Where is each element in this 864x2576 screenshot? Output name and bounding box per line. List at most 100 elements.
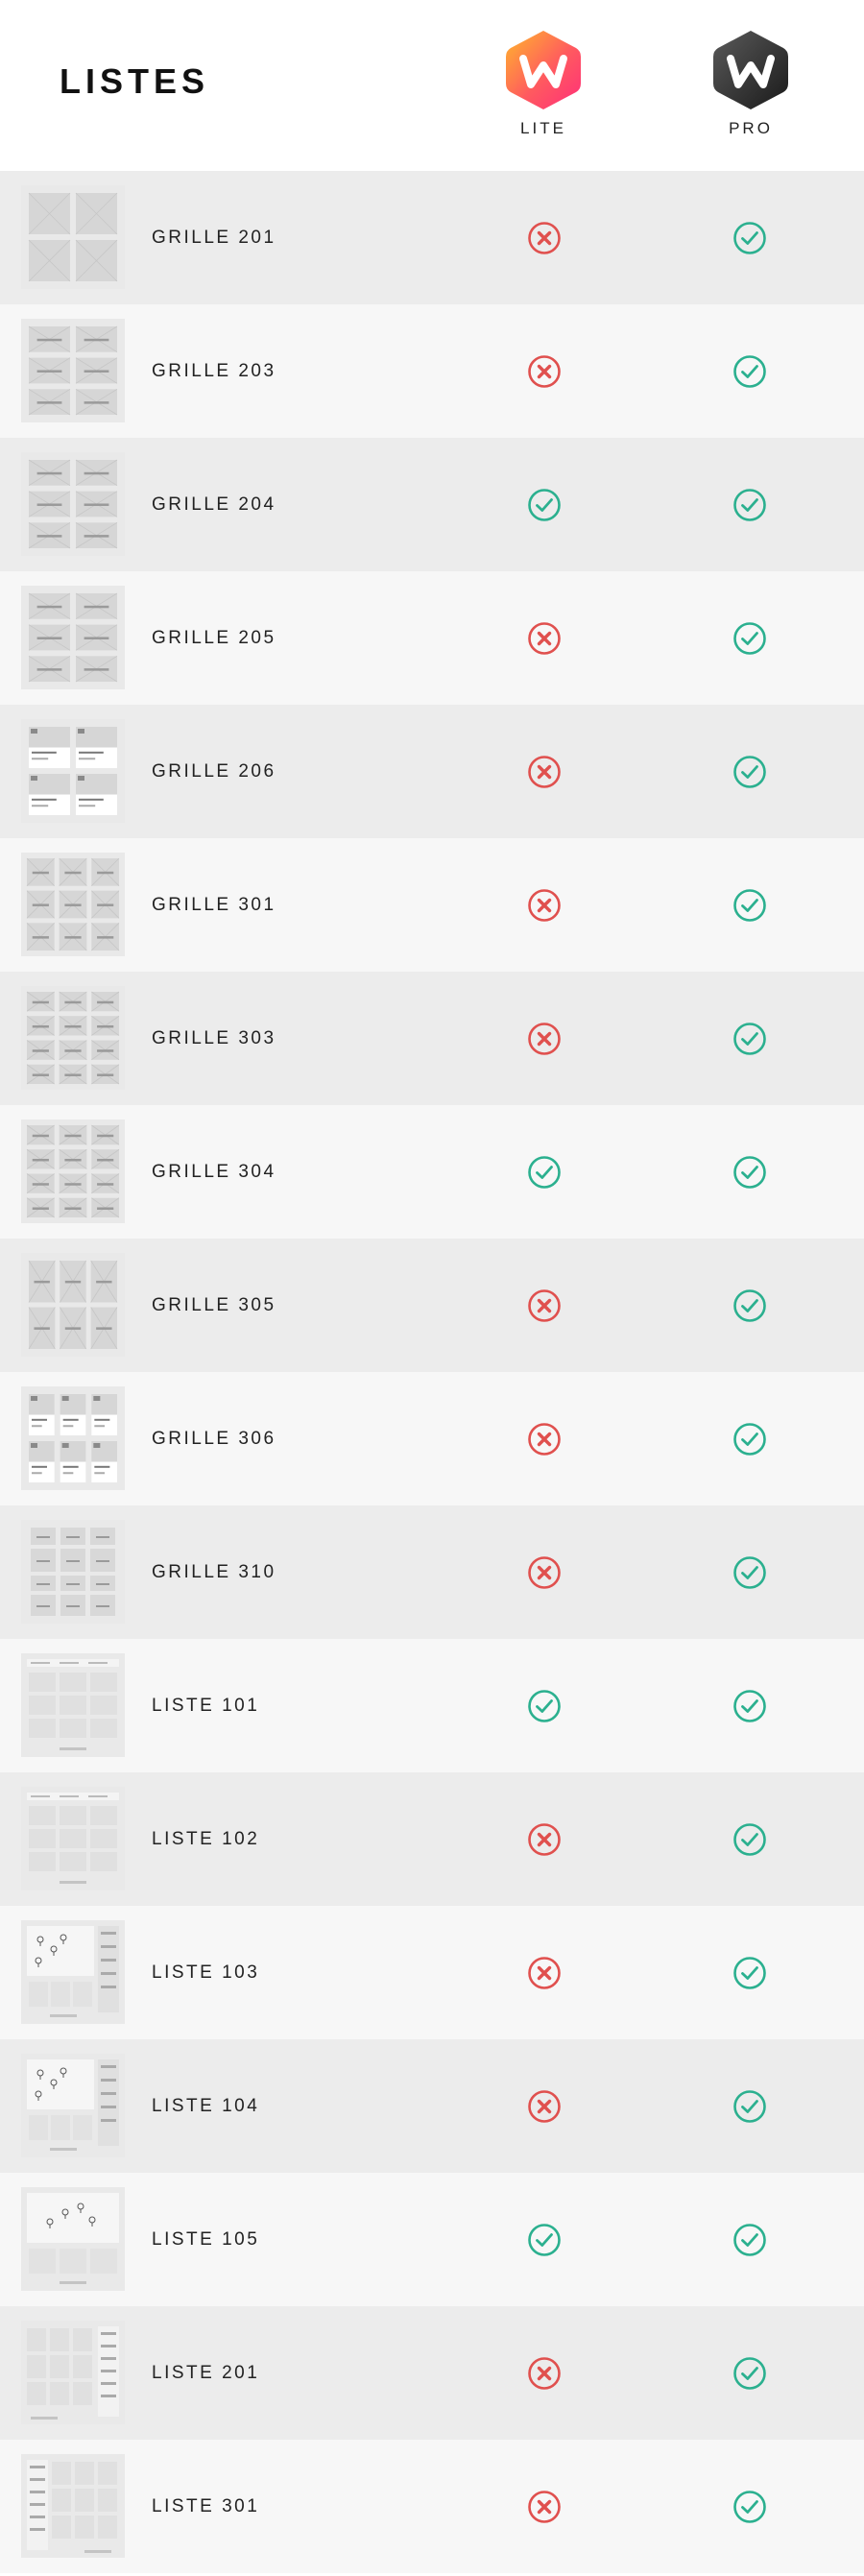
check-icon	[733, 2090, 766, 2123]
check-icon	[733, 1289, 766, 1322]
check-icon	[528, 2224, 561, 2256]
row-label: GRILLE 304	[152, 1162, 276, 1182]
layout-thumbnail	[21, 1653, 125, 1757]
table-row: GRILLE 304	[0, 1105, 864, 1239]
check-icon	[733, 2491, 766, 2523]
table-row: GRILLE 303	[0, 972, 864, 1105]
table-row: LISTE 301	[0, 2440, 864, 2573]
layout-thumbnail-icon	[21, 1119, 125, 1223]
layout-thumbnail-icon	[21, 2054, 125, 2157]
layout-thumbnail	[21, 986, 125, 1090]
layout-thumbnail-icon	[21, 319, 125, 422]
cross-icon	[528, 2090, 561, 2123]
table-row: GRILLE 310	[0, 1505, 864, 1639]
layout-thumbnail-icon	[21, 1520, 125, 1624]
layout-thumbnail-icon	[21, 2454, 125, 2558]
row-label: GRILLE 206	[152, 761, 276, 782]
cross-icon	[528, 2357, 561, 2390]
page-title: LISTES	[60, 61, 210, 101]
layout-thumbnail	[21, 2187, 125, 2291]
layout-thumbnail-icon	[21, 986, 125, 1090]
cross-icon	[528, 222, 561, 254]
table-row: GRILLE 305	[0, 1239, 864, 1372]
page-header: LISTES LITE PRO	[0, 0, 864, 171]
table-row: LISTE 201	[0, 2306, 864, 2440]
check-icon	[733, 756, 766, 788]
layout-thumbnail	[21, 185, 125, 289]
layout-thumbnail	[21, 319, 125, 422]
layout-thumbnail	[21, 586, 125, 689]
cross-icon	[528, 1823, 561, 1856]
check-icon	[733, 1156, 766, 1189]
check-icon	[528, 489, 561, 521]
check-icon	[733, 222, 766, 254]
check-icon	[528, 1690, 561, 1722]
table-row: GRILLE 306	[0, 1372, 864, 1505]
layout-thumbnail-icon	[21, 452, 125, 556]
row-label: GRILLE 301	[152, 895, 276, 915]
table-row: GRILLE 204	[0, 438, 864, 571]
cross-icon	[528, 2491, 561, 2523]
table-row: LISTE 103	[0, 1906, 864, 2039]
layout-thumbnail	[21, 719, 125, 823]
check-icon	[733, 2224, 766, 2256]
row-label: LISTE 102	[152, 1829, 260, 1849]
layout-thumbnail	[21, 1787, 125, 1890]
table-row: LISTE 102	[0, 1772, 864, 1906]
layout-thumbnail	[21, 1119, 125, 1223]
w-logo-dark-icon	[713, 31, 788, 109]
layout-thumbnail	[21, 853, 125, 956]
layout-thumbnail-icon	[21, 1653, 125, 1757]
check-icon	[733, 1023, 766, 1055]
cross-icon	[528, 1957, 561, 1989]
layout-thumbnail	[21, 2054, 125, 2157]
table-row: GRILLE 206	[0, 705, 864, 838]
plan-pro-column-header: PRO	[703, 27, 799, 138]
check-icon	[733, 355, 766, 388]
layout-thumbnail-icon	[21, 719, 125, 823]
layout-thumbnail	[21, 1920, 125, 2024]
cross-icon	[528, 1289, 561, 1322]
check-icon	[733, 489, 766, 521]
row-label: GRILLE 303	[152, 1028, 276, 1048]
row-label: LISTE 103	[152, 1962, 260, 1983]
layout-thumbnail-icon	[21, 853, 125, 956]
row-label: GRILLE 203	[152, 361, 276, 381]
cross-icon	[528, 889, 561, 922]
plan-pro-label: PRO	[729, 119, 773, 137]
cross-icon	[528, 355, 561, 388]
row-label: GRILLE 201	[152, 228, 276, 248]
table-row: GRILLE 205	[0, 571, 864, 705]
plan-lite-column-header: LITE	[495, 27, 591, 138]
row-label: GRILLE 306	[152, 1429, 276, 1449]
row-label: LISTE 105	[152, 2229, 260, 2250]
cross-icon	[528, 1556, 561, 1589]
check-icon	[733, 1556, 766, 1589]
table-row: LISTE 101	[0, 1639, 864, 1772]
layout-thumbnail	[21, 2321, 125, 2424]
layout-thumbnail-icon	[21, 1787, 125, 1890]
row-label: LISTE 201	[152, 2363, 260, 2383]
row-label: LISTE 301	[152, 2496, 260, 2516]
check-icon	[733, 622, 766, 655]
plan-lite-label: LITE	[520, 119, 566, 137]
row-label: GRILLE 310	[152, 1562, 276, 1582]
cross-icon	[528, 1423, 561, 1456]
table-row: LISTE 104	[0, 2039, 864, 2173]
layout-thumbnail	[21, 452, 125, 556]
layout-thumbnail-icon	[21, 1253, 125, 1357]
layout-thumbnail	[21, 1386, 125, 1490]
check-icon	[733, 1957, 766, 1989]
table-row: GRILLE 203	[0, 304, 864, 438]
table-row: GRILLE 301	[0, 838, 864, 972]
check-icon	[733, 889, 766, 922]
cross-icon	[528, 1023, 561, 1055]
check-icon	[733, 2357, 766, 2390]
table-row: LISTE 105	[0, 2173, 864, 2306]
layout-thumbnail-icon	[21, 1386, 125, 1490]
check-icon	[733, 1823, 766, 1856]
layout-thumbnail-icon	[21, 2321, 125, 2424]
row-label: LISTE 101	[152, 1696, 260, 1716]
layout-thumbnail	[21, 1520, 125, 1624]
layout-thumbnail-icon	[21, 185, 125, 289]
